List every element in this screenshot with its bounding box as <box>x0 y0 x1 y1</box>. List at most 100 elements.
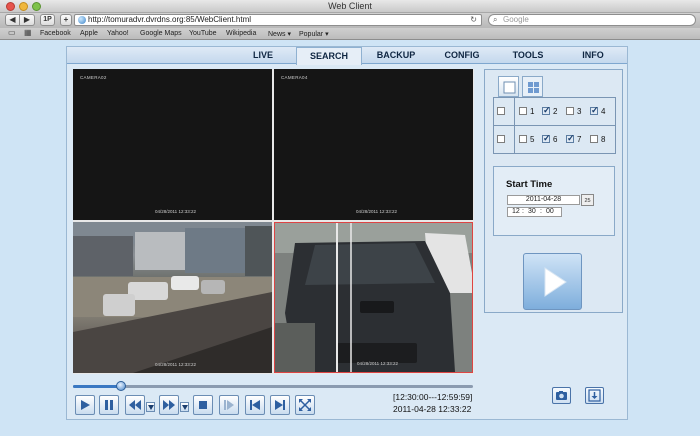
back-button[interactable]: ◀ <box>5 14 20 26</box>
camera-view[interactable]: CAMERA04 04/28/2011 12:33:22 <box>274 69 473 220</box>
quad-screen-icon <box>528 82 539 93</box>
pause-button[interactable] <box>99 395 119 415</box>
playback-time-range: [12:30:00---12:59:59] <box>393 392 473 402</box>
timeline-progress <box>73 385 121 388</box>
channel-all-checkbox[interactable] <box>497 134 508 146</box>
fast-forward-icon <box>163 400 175 410</box>
channel-checkbox[interactable]: 5 <box>519 134 534 146</box>
video-grid: CAMERA02 04/28/2011 12:33:22 CAMERA04 04… <box>73 69 474 374</box>
timeline-handle[interactable] <box>116 381 126 391</box>
chevron-down-icon <box>148 405 154 410</box>
tab-search[interactable]: SEARCH <box>296 47 362 65</box>
rewind-button[interactable] <box>125 395 145 415</box>
reload-icon[interactable]: ↻ <box>470 15 477 25</box>
time-separator: : <box>540 208 542 215</box>
search-placeholder: Google <box>503 15 529 24</box>
window-title: Web Client <box>328 1 372 11</box>
camera-timestamp: 04/28/2011 12:33:22 <box>356 209 397 214</box>
tab-tools[interactable]: TOOLS <box>499 47 557 64</box>
camera-timestamp: 04/28/2011 12:33:22 <box>155 362 196 367</box>
second-value: 00 <box>546 208 554 215</box>
rewind-speed-dropdown[interactable] <box>146 402 155 412</box>
fast-forward-button[interactable] <box>159 395 179 415</box>
camera-label: CAMERA02 <box>80 75 107 80</box>
bookmark-item[interactable]: Apple <box>80 30 98 37</box>
bookmark-item[interactable]: Yahoo! <box>107 30 129 37</box>
next-frame-button[interactable] <box>270 395 290 415</box>
channel-selector: 1 2 3 4 5 6 7 8 <box>493 97 616 154</box>
add-bookmark-button[interactable]: + <box>60 14 72 26</box>
single-view-layout-button[interactable] <box>498 76 519 97</box>
quad-view-layout-button[interactable] <box>522 76 543 97</box>
fullscreen-button[interactable] <box>295 395 315 415</box>
channel-checkbox[interactable]: 1 <box>519 106 534 118</box>
start-time-field[interactable]: 12 : 30 : 00 <box>507 207 562 217</box>
camera-view[interactable]: 04/28/2011 12:33:22 <box>274 222 473 373</box>
search-play-button[interactable] <box>523 253 582 310</box>
tab-config[interactable]: CONFIG <box>433 47 491 64</box>
parking-car-image <box>275 223 472 372</box>
bookmark-item[interactable]: Wikipedia <box>226 30 256 37</box>
bookmark-item[interactable]: News ▾ <box>268 30 291 38</box>
start-time-box: Start Time 2011-04-28 25 12 : 30 : 00 <box>493 166 615 236</box>
expand-icon <box>299 399 311 411</box>
channel-checkbox[interactable]: 8 <box>590 134 605 146</box>
camera-label: CAMERA04 <box>281 75 308 80</box>
tab-backup[interactable]: BACKUP <box>367 47 425 64</box>
stop-button[interactable] <box>193 395 213 415</box>
bookmark-item[interactable]: Popular ▾ <box>299 30 329 38</box>
play-button[interactable] <box>75 395 95 415</box>
onepassword-button[interactable]: 1P <box>40 14 55 26</box>
camera-view[interactable]: 04/28/2011 12:33:22 <box>73 222 272 373</box>
bookmarks-bar: ▭ ▦ Facebook Apple Yahoo! Google Maps Yo… <box>0 28 700 40</box>
browser-toolbar: ◀ ▶ 1P + http://tomuradvr.dvrdns.org:85/… <box>0 13 700 28</box>
camera-icon <box>556 391 567 400</box>
main-tabbar: LIVE SEARCH BACKUP CONFIG TOOLS INFO <box>67 47 627 65</box>
bookmark-item[interactable]: Facebook <box>40 30 71 37</box>
channel-checkbox[interactable]: 2 <box>542 104 557 118</box>
channel-row: 1 2 3 4 <box>494 98 615 126</box>
start-time-title: Start Time <box>506 179 553 190</box>
search-icon: ⌕ <box>493 15 498 24</box>
channel-checkbox[interactable]: 6 <box>542 132 557 146</box>
bookmark-item[interactable]: YouTube <box>189 30 217 37</box>
tab-info[interactable]: INFO <box>567 47 619 64</box>
channel-row: 5 6 7 8 <box>494 126 615 154</box>
playback-timeline[interactable] <box>73 381 473 391</box>
channel-checkbox[interactable]: 7 <box>566 132 581 146</box>
address-bar[interactable]: http://tomuradvr.dvrdns.org:85/WebClient… <box>74 14 482 26</box>
forward-speed-dropdown[interactable] <box>180 402 189 412</box>
single-screen-icon <box>503 81 516 94</box>
tab-live[interactable]: LIVE <box>240 47 286 64</box>
stop-icon <box>199 401 207 409</box>
skip-back-icon <box>250 400 260 410</box>
channel-all-checkbox[interactable] <box>497 106 508 118</box>
download-button[interactable] <box>585 387 604 404</box>
play-icon <box>81 400 90 410</box>
playback-current-time: 2011-04-28 12:33:22 <box>393 404 472 414</box>
previous-frame-button[interactable] <box>245 395 265 415</box>
channel-checkbox[interactable]: 4 <box>590 104 605 118</box>
calendar-button[interactable]: 25 <box>581 194 594 206</box>
pause-icon <box>105 400 113 410</box>
forward-button[interactable]: ▶ <box>20 14 35 26</box>
step-forward-button[interactable] <box>219 395 239 415</box>
chevron-down-icon <box>182 405 188 410</box>
hour-value: 12 <box>512 208 520 215</box>
street-scene-image <box>73 222 272 373</box>
rewind-icon <box>129 400 141 410</box>
download-icon <box>588 389 601 402</box>
camera-timestamp: 04/28/2011 12:33:22 <box>357 361 398 366</box>
top-sites-icon[interactable]: ▦ <box>24 29 34 37</box>
camera-view[interactable]: CAMERA02 04/28/2011 12:33:22 <box>73 69 272 220</box>
start-date-field[interactable]: 2011-04-28 <box>507 195 580 205</box>
minute-value: 30 <box>528 208 536 215</box>
time-separator: : <box>522 208 524 215</box>
channel-checkbox[interactable]: 3 <box>566 106 581 118</box>
step-forward-icon <box>224 400 234 410</box>
reading-list-icon[interactable]: ▭ <box>8 29 18 37</box>
search-input[interactable]: ⌕ Google <box>488 14 696 26</box>
bookmark-item[interactable]: Google Maps <box>140 30 182 37</box>
web-client: LIVE SEARCH BACKUP CONFIG TOOLS INFO CAM… <box>66 46 628 420</box>
snapshot-button[interactable] <box>552 387 571 404</box>
